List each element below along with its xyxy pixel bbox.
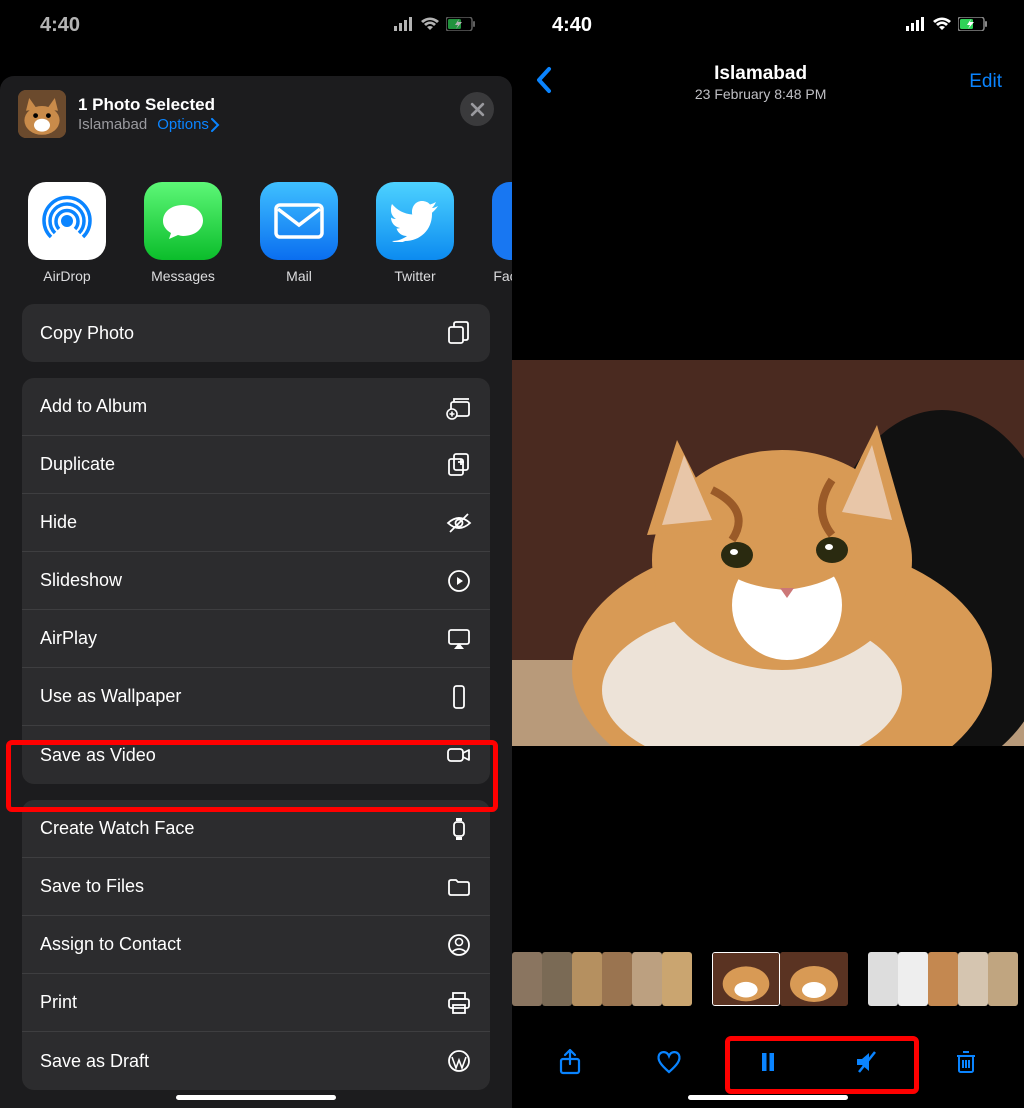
right-phone-photo-view: 4:40 Islamabad 23 February 8:48 PM Edit [512,0,1024,1108]
photo-viewer[interactable] [512,360,1024,746]
duplicate-action[interactable]: Duplicate [22,436,490,494]
filmstrip-thumb[interactable] [988,952,1018,1006]
airdrop-icon [40,194,94,248]
share-sheet-panel: 1 Photo Selected Islamabad Options [0,76,512,1108]
contact-icon [446,932,472,958]
phone-icon [446,684,472,710]
photo-filmstrip[interactable] [512,952,1024,1006]
copy-photo-action[interactable]: Copy Photo [22,304,490,362]
messages-icon [157,195,209,247]
filmstrip-thumb[interactable] [542,952,572,1006]
filmstrip-thumb[interactable] [512,952,542,1006]
share-sheet-header: 1 Photo Selected Islamabad Options [0,76,512,152]
share-button[interactable] [555,1047,585,1077]
create-watch-face-action[interactable]: Create Watch Face [22,800,490,858]
twitter-icon [390,200,440,242]
save-to-files-action[interactable]: Save to Files [22,858,490,916]
duplicate-icon [446,452,472,478]
selected-photo-thumbnail [18,90,66,138]
home-indicator[interactable] [688,1095,848,1100]
battery-icon [446,14,476,37]
close-button[interactable] [460,92,494,126]
wallpaper-action[interactable]: Use as Wallpaper [22,668,490,726]
mute-button[interactable] [852,1047,882,1077]
filmstrip-thumb[interactable] [662,952,692,1006]
filmstrip-thumb-selected[interactable] [712,952,780,1006]
filmstrip-thumb[interactable] [868,952,898,1006]
status-time: 4:40 [40,14,80,37]
play-circle-icon [446,568,472,594]
filmstrip-thumb[interactable] [928,952,958,1006]
hide-icon [446,510,472,536]
filmstrip-thumb[interactable] [572,952,602,1006]
slideshow-action[interactable]: Slideshow [22,552,490,610]
filmstrip-thumb[interactable] [632,952,662,1006]
airplay-icon [446,626,472,652]
photo-bottom-toolbar [512,1034,1024,1090]
cellular-icon [394,14,414,37]
back-button[interactable] [534,66,552,99]
edit-button[interactable]: Edit [969,71,1002,93]
copy-icon [446,320,472,346]
share-targets-row[interactable]: AirDrop Messages Mail [0,152,512,304]
folder-icon [446,874,472,900]
home-indicator[interactable] [176,1095,336,1100]
cellular-icon [906,14,926,37]
video-icon [446,742,472,768]
facebook-target[interactable]: Fac [492,182,512,284]
options-link[interactable]: Options [157,116,220,133]
filmstrip-thumb[interactable] [898,952,928,1006]
hide-action[interactable]: Hide [22,494,490,552]
airdrop-target[interactable]: AirDrop [28,182,106,284]
add-to-album-action[interactable]: Add to Album [22,378,490,436]
print-action[interactable]: Print [22,974,490,1032]
album-add-icon [446,394,472,420]
filmstrip-thumb[interactable] [602,952,632,1006]
airplay-action[interactable]: AirPlay [22,610,490,668]
filmstrip-thumb[interactable] [958,952,988,1006]
status-time: 4:40 [552,14,592,37]
save-as-draft-action[interactable]: Save as Draft [22,1032,490,1090]
pause-button[interactable] [753,1047,783,1077]
save-as-video-action[interactable]: Save as Video [22,726,490,784]
battery-icon [958,14,988,37]
photo-location-title: Islamabad [695,63,827,85]
photo-date-subtitle: 23 February 8:48 PM [695,86,827,102]
status-bar: 4:40 [512,10,1024,40]
wifi-icon [932,14,952,37]
filmstrip-thumb[interactable] [780,952,848,1006]
share-title: 1 Photo Selected [78,95,220,115]
watch-icon [446,816,472,842]
twitter-target[interactable]: Twitter [376,182,454,284]
favorite-button[interactable] [654,1047,684,1077]
assign-contact-action[interactable]: Assign to Contact [22,916,490,974]
delete-button[interactable] [951,1047,981,1077]
messages-target[interactable]: Messages [144,182,222,284]
wifi-icon [420,14,440,37]
mail-icon [272,201,326,241]
share-location: Islamabad [78,116,147,133]
left-phone-share-sheet: 4:40 1 Photo Selected Islamabad Options [0,0,512,1108]
mail-target[interactable]: Mail [260,182,338,284]
printer-icon [446,990,472,1016]
status-bar: 4:40 [0,10,512,40]
wordpress-icon [446,1048,472,1074]
photo-nav-bar: Islamabad 23 February 8:48 PM Edit [512,54,1024,110]
